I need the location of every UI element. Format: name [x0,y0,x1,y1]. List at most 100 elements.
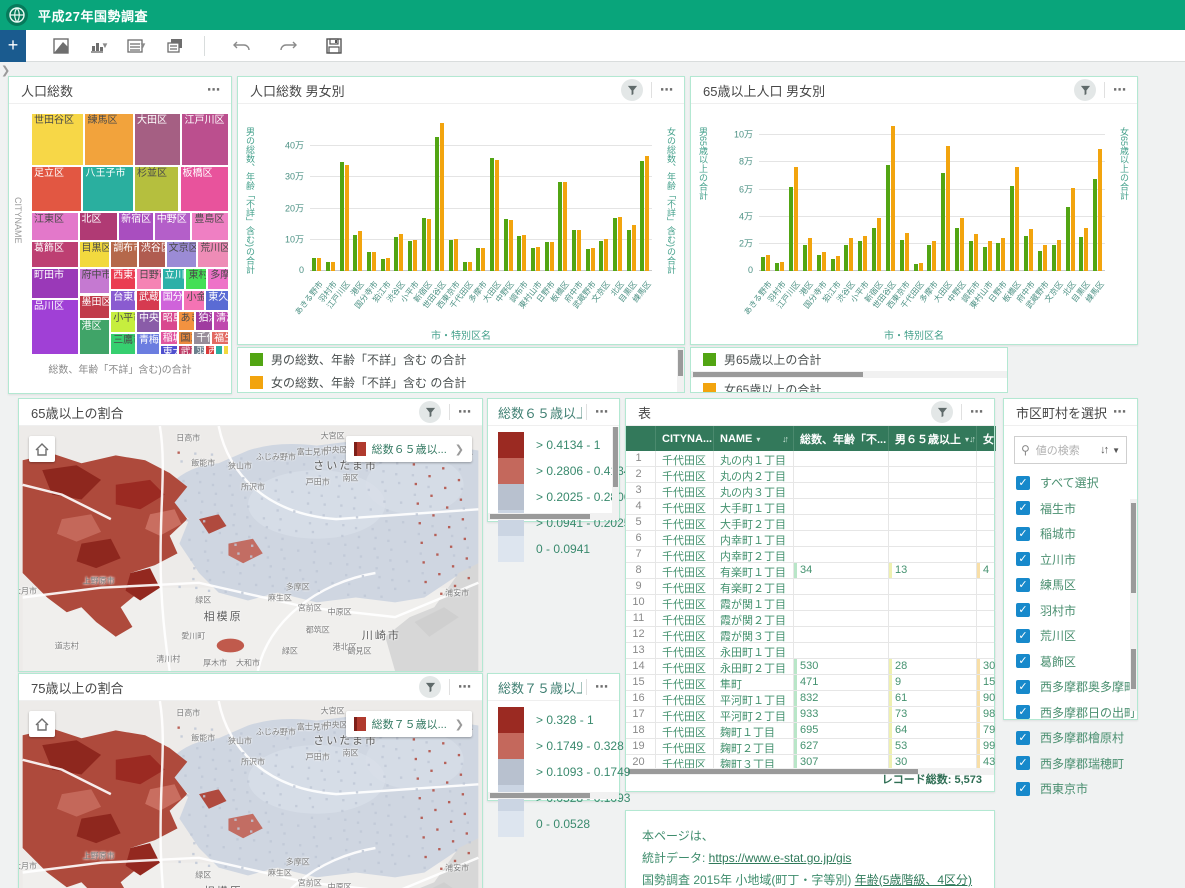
treemap-cell[interactable]: 調布市 [110,241,138,268]
treemap-cell[interactable]: 新宿区 [118,212,154,242]
bar-group[interactable] [1093,115,1103,271]
undo-button[interactable] [227,34,257,58]
bar-group[interactable] [885,115,895,271]
column-header[interactable]: 総数、年齢「不...▾↓↑ [794,426,889,451]
treemap-cell[interactable]: 練馬区 [84,113,134,167]
bar-group[interactable] [558,115,568,271]
chart1-plot-area[interactable]: 0 10万 20万 30万 40万 [285,115,652,275]
panel-menu-button[interactable]: ⋯ [1109,82,1131,98]
checkbox[interactable]: ✓ [1016,603,1030,618]
table-row[interactable]: 2 千代田区 丸の内２丁目 [626,467,996,483]
treemap-cell[interactable]: 千代田区 [193,330,212,346]
filter-item[interactable]: ✓ 西多摩郡檜原村 [1004,725,1137,751]
legend-scrollbar[interactable] [691,371,1007,378]
checkbox[interactable]: ✓ [1016,526,1030,541]
column-menu-caret[interactable]: ▾ [756,435,760,444]
checkbox[interactable]: ✓ [1016,654,1030,669]
bar-group[interactable] [572,115,582,271]
table-row[interactable]: 9 千代田区 有楽町２丁目 [626,579,996,595]
filter-search-box[interactable]: ⚲ 値の検索 ↓↑ ▼ [1014,436,1127,464]
treemap-cell[interactable]: 墨田区 [78,294,111,319]
bar-group[interactable] [517,115,527,271]
sort-icon[interactable]: ↓↑ [782,434,789,444]
treemap-cell[interactable]: 福生市 [211,330,229,346]
panel-menu-button[interactable]: ⋯ [591,679,613,695]
checkbox[interactable]: ✓ [1016,552,1030,567]
panel-menu-button[interactable]: ⋯ [454,404,476,420]
bar-group[interactable] [1024,115,1034,271]
filter-item[interactable]: ✓ 西多摩郡日の出町 [1004,700,1137,726]
bar-group[interactable] [761,115,771,271]
table-row[interactable]: 4 千代田区 大手町１丁目 [626,499,996,515]
bar-group[interactable] [858,115,868,271]
add-element-button[interactable]: + [0,29,26,62]
table-row[interactable]: 13 千代田区 永田町１丁目 [626,643,996,659]
filter-item[interactable]: ✓ 西東京市 [1004,776,1137,802]
treemap-cell[interactable] [215,345,224,355]
treemap-cell[interactable]: 世田谷区 [31,113,85,167]
table-row[interactable]: 11 千代田区 霞が関２丁目 [626,611,996,627]
treemap-chart[interactable]: 世田谷区 練馬区 大田区 江戸川区 足立区 八王子市 杉並区 板橋区 江東区 北区 新宿区 中野区 豊島… [31,113,229,355]
checkbox[interactable]: ✓ [1016,781,1030,796]
treemap-cell[interactable]: 多摩市 [207,267,229,290]
filter-item[interactable]: ✓ 羽村市 [1004,598,1137,624]
treemap-cell[interactable]: 府中市 [78,267,111,295]
panel-menu-button[interactable]: ⋯ [1109,404,1131,420]
treemap-cell[interactable]: 杉並区 [133,166,180,213]
bar-group[interactable] [449,115,459,271]
bar-group[interactable] [367,115,377,271]
treemap-cell[interactable]: 小平市 [110,311,136,334]
bar-group[interactable] [476,115,486,271]
checkbox[interactable]: ✓ [1016,679,1030,694]
treemap-cell[interactable] [223,345,229,355]
sort-icon[interactable]: ↓↑ [1100,444,1109,456]
filter-icon[interactable] [621,79,643,101]
treemap-cell[interactable]: 東村山市 [185,267,208,290]
data-table[interactable]: CITYNA...▾↓↑NAME▾↓↑総数、年齢「不...▾↓↑男６５歳以上▾↓… [626,426,996,771]
bar-group[interactable] [394,115,404,271]
treemap-cell[interactable]: 青梅市 [135,333,160,355]
edit-surface-icon[interactable] [46,34,76,58]
table-row[interactable]: 14 千代田区 永田町２丁目 530 28 30 [626,659,996,675]
filter-icon[interactable] [931,401,953,423]
filter-item[interactable]: ✓ 立川市 [1004,547,1137,573]
checkbox[interactable]: ✓ [1016,577,1030,592]
treemap-cell[interactable]: 西東京市 [110,267,136,290]
bar-group[interactable] [626,115,636,271]
map-65[interactable]: 日高市大宮区中央区ふじみ野市富士見市さいたま市飯能市狭山市南区所沢市戸田市流山市… [19,426,482,671]
checkbox[interactable]: ✓ [1016,705,1030,720]
filter-item[interactable]: ✓ 稲城市 [1004,521,1137,547]
bar-group[interactable] [1079,115,1089,271]
treemap-cell[interactable]: 町田市 [31,267,79,300]
bar-group[interactable] [585,115,595,271]
scrollbar[interactable] [612,427,619,515]
bar-group[interactable] [899,115,909,271]
bar-group[interactable] [830,115,840,271]
bar-group[interactable] [326,115,336,271]
bar-group[interactable] [1065,115,1075,271]
bar-group[interactable] [435,115,445,271]
bar-group[interactable] [844,115,854,271]
bar-group[interactable] [927,115,937,271]
treemap-cell[interactable]: 大田区 [133,113,182,167]
bar-group[interactable] [599,115,609,271]
bar-group[interactable] [490,115,500,271]
bar-group[interactable] [339,115,349,271]
chart2-plot-area[interactable]: 0 2万 4万 6万 8万 10万 [734,115,1105,275]
checkbox[interactable]: ✓ [1016,628,1030,643]
column-header[interactable]: 男６５歳以上 ▾ ↓↑ [889,426,977,451]
filter-item[interactable]: ✓ 西多摩郡奥多摩町 [1004,674,1137,700]
treemap-cell[interactable]: 小金井市 [183,289,206,312]
bar-group[interactable] [462,115,472,271]
column-header[interactable]: NAME ▾ ↓↑ [714,426,794,451]
redo-button[interactable] [273,34,303,58]
bar-group[interactable] [353,115,363,271]
filter-item[interactable]: ✓ すべて選択 [1004,470,1137,496]
treemap-cell[interactable]: 国分寺市 [159,289,184,312]
treemap-cell[interactable]: 文京区 [165,241,198,268]
treemap-cell[interactable]: 中央区 [135,311,160,334]
bar-group[interactable] [421,115,431,271]
treemap-cell[interactable]: 狛江市 [195,311,214,331]
panel-menu-button[interactable]: ⋯ [656,82,678,98]
checkbox[interactable]: ✓ [1016,501,1030,516]
